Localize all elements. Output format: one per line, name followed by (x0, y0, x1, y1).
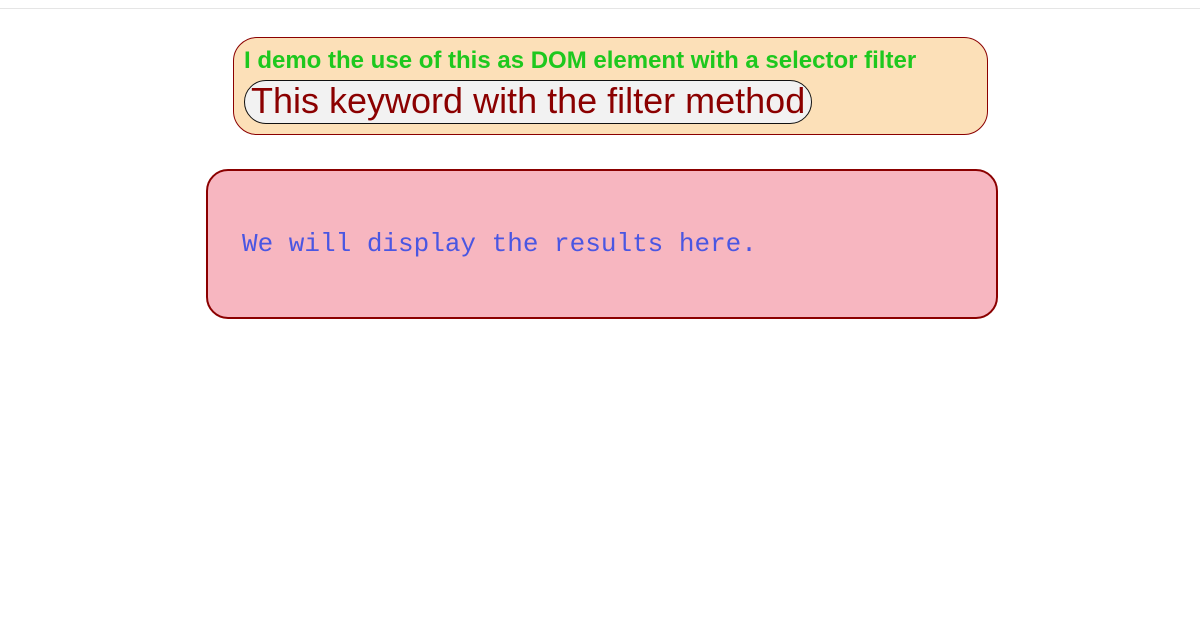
results-box: We will display the results here. (206, 169, 998, 319)
page-root: I demo the use of this as DOM element wi… (0, 0, 1200, 319)
top-divider (0, 8, 1200, 9)
demo-box: I demo the use of this as DOM element wi… (233, 37, 988, 135)
demo-heading: I demo the use of this as DOM element wi… (244, 46, 977, 76)
results-text: We will display the results here. (242, 229, 757, 259)
filter-pill: This keyword with the filter method (244, 80, 812, 124)
filter-pill-text: This keyword with the filter method (251, 80, 805, 121)
